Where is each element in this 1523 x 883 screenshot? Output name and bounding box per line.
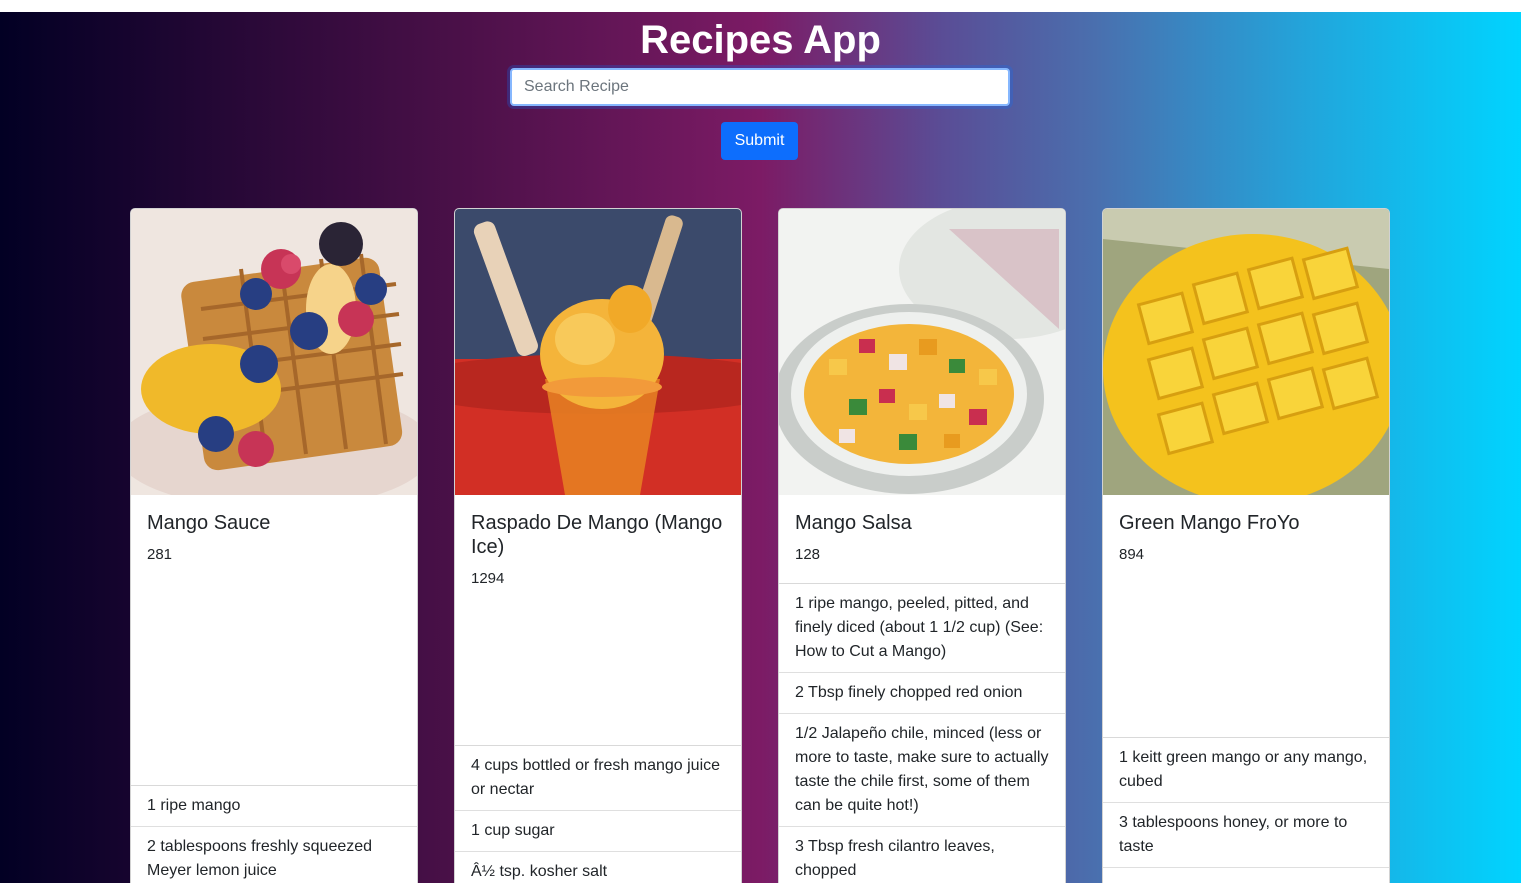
- recipe-card-body: Raspado De Mango (Mango Ice) 1294: [455, 495, 741, 745]
- recipe-number: 281: [147, 546, 173, 563]
- ingredient-item: 2 tablespoons freshly squeezed Meyer lem…: [131, 827, 417, 883]
- recipe-number: 1294: [471, 570, 505, 587]
- ingredient-item: 3 Tbsp fresh cilantro leaves, chopped: [779, 827, 1065, 883]
- recipe-image-cut-mango: [1103, 209, 1389, 495]
- ingredient-item: 1 cup sugar: [455, 811, 741, 852]
- recipe-number: 894: [1119, 546, 1145, 563]
- recipe-card-body: Mango Sauce 281: [131, 495, 417, 785]
- recipe-title: Mango Sauce: [147, 512, 271, 534]
- ingredient-list: 1 ripe mango 2 tablespoons freshly squee…: [131, 785, 417, 883]
- ingredient-item: 1 ripe mango, peeled, pitted, and finely…: [779, 584, 1065, 673]
- recipe-card-body: Mango Salsa 128: [779, 495, 1065, 583]
- recipe-title: Raspado De Mango (Mango Ice): [471, 512, 723, 558]
- submit-button[interactable]: Submit: [721, 122, 798, 160]
- recipe-card: Mango Sauce 281 1 ripe mango 2 tablespoo…: [130, 208, 418, 883]
- app-title: Recipes App: [640, 18, 881, 62]
- recipe-card-body: Green Mango FroYo 894: [1103, 495, 1389, 737]
- app-background: Recipes App Submit Mango Sauce 281: [0, 12, 1521, 883]
- recipe-card: Mango Salsa 128 1 ripe mango, peeled, pi…: [778, 208, 1066, 883]
- recipe-title: Mango Salsa: [795, 512, 912, 534]
- ingredient-item: 1 keitt green mango or any mango, cubed: [1103, 738, 1389, 803]
- recipe-title: Green Mango FroYo: [1119, 512, 1300, 534]
- ingredient-item: 4 cups bottled or fresh mango juice or n…: [455, 746, 741, 811]
- search-input[interactable]: [510, 68, 1010, 106]
- recipe-card: Green Mango FroYo 894 1 keitt green mang…: [1102, 208, 1390, 883]
- recipe-number: 128: [795, 546, 821, 563]
- recipe-image-waffles: [131, 209, 417, 495]
- recipe-image-mango-ice: [455, 209, 741, 495]
- ingredient-list: 4 cups bottled or fresh mango juice or n…: [455, 745, 741, 883]
- recipe-image-mango-salsa: [779, 209, 1065, 495]
- ingredient-list: 1 ripe mango, peeled, pitted, and finely…: [779, 583, 1065, 883]
- ingredient-item: 3 tablespoons honey, or more to taste: [1103, 803, 1389, 868]
- ingredient-item: 1/2 Jalapeño chile, minced (less or more…: [779, 714, 1065, 827]
- ingredient-item: 2 Tbsp finely chopped red onion: [779, 673, 1065, 714]
- ingredient-item: 1 ripe mango: [131, 786, 417, 827]
- ingredient-item: Â½ tsp. kosher salt: [455, 852, 741, 883]
- ingredient-list: 1 keitt green mango or any mango, cubed …: [1103, 737, 1389, 868]
- recipe-card: Raspado De Mango (Mango Ice) 1294 4 cups…: [454, 208, 742, 883]
